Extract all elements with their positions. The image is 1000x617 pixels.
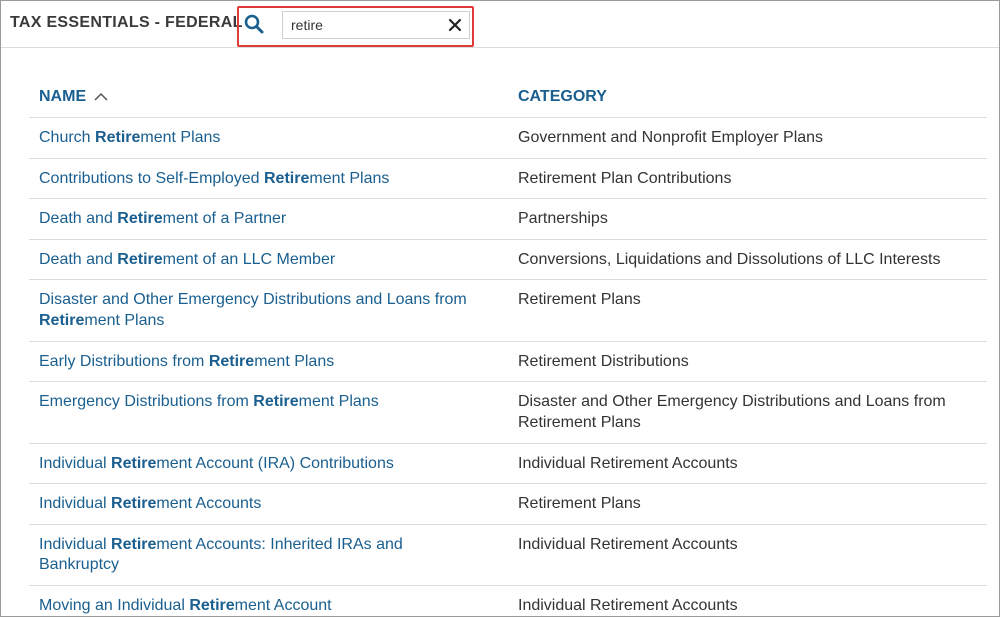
- table-body: Church Retirement Plans Government and No…: [29, 118, 987, 616]
- row-name-link[interactable]: Early Distributions from Retirement Plan…: [39, 352, 479, 373]
- name-text: Early Distributions from: [39, 352, 209, 370]
- row-name-link[interactable]: Emergency Distributions from Retirement …: [39, 392, 479, 413]
- row-name-link[interactable]: Death and Retirement of a Partner: [39, 209, 479, 230]
- table-row: Individual Retirement Accounts Retirement…: [29, 484, 987, 525]
- name-text: ment Account (IRA) Contributions: [156, 454, 394, 472]
- name-text: Individual: [39, 535, 112, 553]
- match-highlight: Retire: [39, 311, 85, 329]
- name-text: ment Plans: [298, 393, 379, 410]
- row-name-link[interactable]: Church Retirement Plans: [39, 128, 479, 149]
- name-text: Individual: [39, 495, 112, 512]
- row-category: Individual Retirement Accounts: [518, 454, 738, 472]
- row-name-link[interactable]: Individual Retirement Accounts: [39, 494, 479, 515]
- match-highlight: Retire: [117, 250, 163, 268]
- name-text: Death and: [39, 210, 118, 227]
- match-highlight: Retire: [95, 129, 141, 146]
- table-row: Individual Retirement Accounts: Inherite…: [29, 525, 987, 586]
- row-name-link[interactable]: Disaster and Other Emergency Distributio…: [39, 290, 479, 331]
- name-text: Disaster and Other Emergency Distributio…: [39, 291, 467, 308]
- chevron-up-icon[interactable]: [94, 92, 108, 102]
- search-input[interactable]: [291, 15, 439, 35]
- table-row: Contributions to Self-Employed Retiremen…: [29, 159, 987, 199]
- match-highlight: Retire: [264, 169, 310, 187]
- name-text: Contributions to Self-Employed: [39, 169, 264, 187]
- table-row: Individual Retirement Account (IRA) Cont…: [29, 444, 987, 484]
- name-text: ment Plans: [254, 352, 335, 370]
- match-highlight: Retire: [189, 597, 235, 614]
- row-category: Government and Nonprofit Employer Plans: [518, 129, 824, 146]
- header-bar: TAX ESSENTIALS - FEDERAL: [1, 1, 999, 48]
- row-name-link[interactable]: Individual Retirement Accounts: Inherite…: [39, 535, 479, 576]
- name-text: Church: [39, 129, 96, 146]
- table-row: Death and Retirement of a Partner Partner…: [29, 199, 987, 240]
- search-field[interactable]: [282, 11, 470, 39]
- column-header-name-label: NAME: [39, 88, 87, 105]
- row-category: Retirement Plans: [518, 291, 641, 308]
- table-row: Disaster and Other Emergency Distributio…: [29, 280, 987, 342]
- match-highlight: Retire: [111, 454, 157, 472]
- match-highlight: Retire: [111, 535, 157, 553]
- search-icon[interactable]: [243, 13, 265, 35]
- name-text: ment Plans: [309, 169, 390, 187]
- name-text: ment of a Partner: [162, 210, 287, 227]
- row-name-link[interactable]: Moving an Individual Retirement Account: [39, 596, 479, 616]
- row-name-link[interactable]: Contributions to Self-Employed Retiremen…: [39, 169, 479, 190]
- table-row: Church Retirement Plans Government and No…: [29, 118, 987, 159]
- name-text: ment Plans: [84, 311, 165, 329]
- row-category: Disaster and Other Emergency Distributio…: [518, 393, 946, 431]
- table-row: Moving an Individual Retirement Account I…: [29, 586, 987, 616]
- row-category: Retirement Plans: [518, 495, 641, 512]
- match-highlight: Retire: [253, 393, 299, 410]
- app-window: TAX ESSENTIALS - FEDERAL NAME CATEGORY C…: [0, 0, 1000, 617]
- name-text: Death and: [39, 250, 118, 268]
- table-row: Emergency Distributions from Retirement …: [29, 382, 987, 444]
- table-row: Early Distributions from Retirement Plan…: [29, 342, 987, 382]
- name-text: ment Accounts: [156, 495, 262, 512]
- table-row: Death and Retirement of an LLC Member Con…: [29, 240, 987, 280]
- results-table: NAME CATEGORY Church Retirement Plans Gov…: [29, 77, 987, 616]
- row-category: Retirement Distributions: [518, 352, 689, 370]
- name-text: ment Plans: [140, 129, 221, 146]
- close-icon[interactable]: [447, 17, 463, 33]
- row-name-link[interactable]: Death and Retirement of an LLC Member: [39, 250, 479, 271]
- name-text: Moving an Individual: [39, 597, 190, 614]
- name-text: ment of an LLC Member: [162, 250, 336, 268]
- row-category: Individual Retirement Accounts: [518, 535, 738, 553]
- table-header: NAME CATEGORY: [29, 77, 987, 118]
- row-category: Partnerships: [518, 210, 608, 227]
- row-category: Conversions, Liquidations and Dissolutio…: [518, 250, 941, 268]
- row-name-link[interactable]: Individual Retirement Account (IRA) Cont…: [39, 454, 479, 475]
- match-highlight: Retire: [117, 210, 163, 227]
- name-text: Emergency Distributions from: [39, 393, 254, 410]
- row-category: Retirement Plan Contributions: [518, 169, 732, 187]
- app-title: TAX ESSENTIALS - FEDERAL: [10, 14, 243, 31]
- column-header-name[interactable]: NAME: [39, 88, 108, 106]
- column-header-category[interactable]: CATEGORY: [518, 88, 607, 106]
- name-text: Individual: [39, 454, 112, 472]
- match-highlight: Retire: [208, 352, 255, 370]
- row-category: Individual Retirement Accounts: [518, 597, 738, 614]
- match-highlight: Retire: [111, 495, 157, 512]
- name-text: ment Account: [234, 597, 332, 614]
